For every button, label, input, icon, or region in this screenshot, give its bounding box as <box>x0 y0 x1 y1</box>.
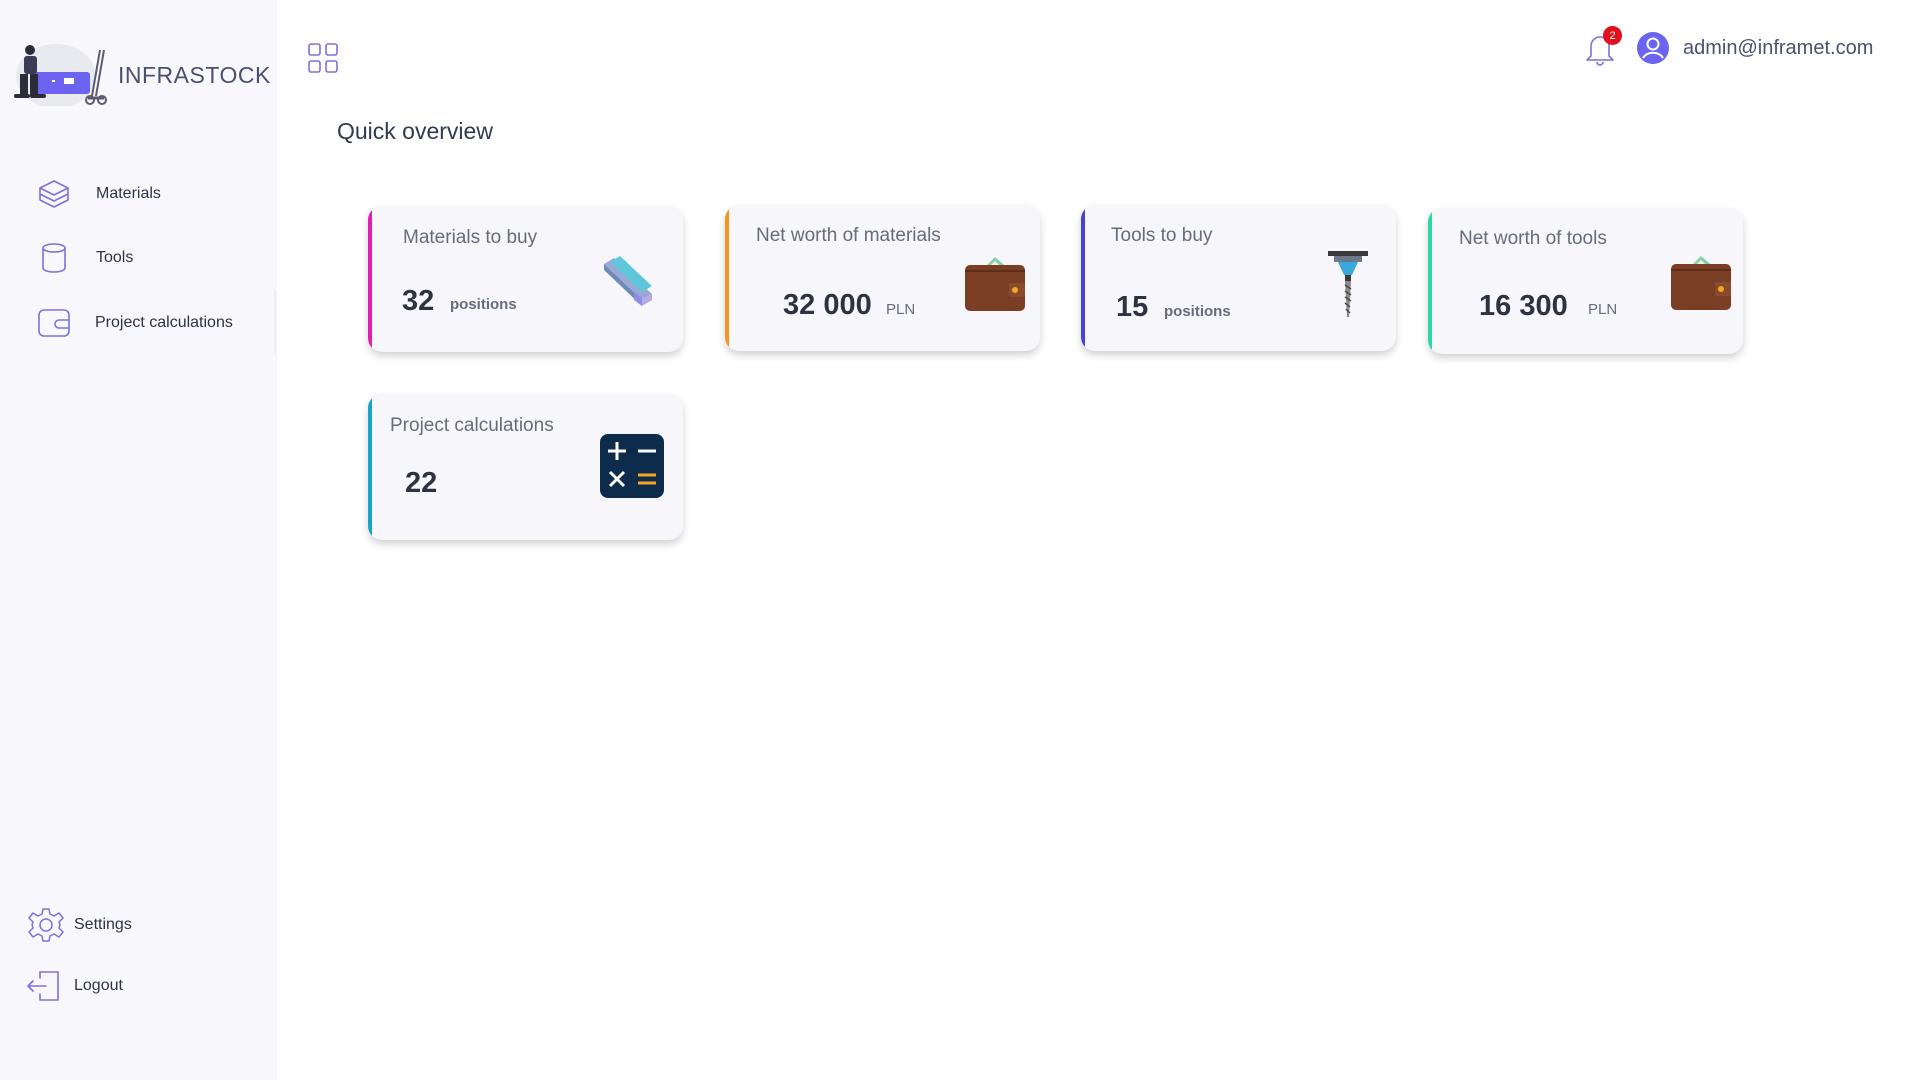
sidebar-item-label: Logout <box>74 977 123 994</box>
sidebar-item-label: Project calculations <box>95 314 233 331</box>
sidebar-item-label: Tools <box>96 249 134 266</box>
card-title: Tools to buy <box>1111 225 1213 246</box>
card-value: 16 300 <box>1479 290 1568 322</box>
card-accent-bar <box>725 205 729 351</box>
card-value: 22 <box>405 467 438 499</box>
sidebar-item-label: Settings <box>74 916 132 933</box>
sidebar-item-tools[interactable]: Tools <box>36 238 133 278</box>
card-accent-bar <box>1081 205 1085 351</box>
brand-logo[interactable]: INFRASTOCK <box>8 36 271 108</box>
calculator-icon <box>600 434 664 498</box>
wallet-outline-icon <box>36 305 72 341</box>
drill-bit-icon <box>1328 251 1368 317</box>
page-title: Quick overview <box>337 118 493 144</box>
card-unit: positions <box>1164 303 1231 320</box>
card-title: Materials to buy <box>403 227 538 248</box>
cylinder-icon <box>36 240 72 276</box>
sidebar-item-settings[interactable]: Settings <box>28 905 132 945</box>
logo-illustration-icon <box>14 44 107 106</box>
card-title: Net worth of materials <box>756 225 941 246</box>
card-title: Net worth of tools <box>1459 228 1607 249</box>
box-stack-icon <box>36 176 72 212</box>
card-materials-to-buy[interactable]: Materials to buy 32 positions <box>368 206 683 352</box>
gear-icon <box>28 907 64 943</box>
wallet-icon <box>965 257 1025 311</box>
brand-name: INFRASTOCK <box>118 62 271 88</box>
steel-beam-icon <box>604 256 652 306</box>
sidebar: INFRASTOCK Materials Tools Project calcu… <box>0 0 277 1080</box>
card-unit: PLN <box>1588 301 1618 318</box>
card-accent-bar <box>368 206 372 352</box>
card-net-worth-tools[interactable]: Net worth of tools 16 300 PLN <box>1428 208 1743 354</box>
sidebar-item-project-calculations[interactable]: Project calculations <box>36 303 233 343</box>
card-net-worth-materials[interactable]: Net worth of materials 32 000 PLN <box>725 205 1040 351</box>
card-value: 32 000 <box>783 289 872 321</box>
card-accent-bar <box>368 394 372 540</box>
avatar[interactable] <box>1637 32 1669 64</box>
sidebar-active-indicator <box>274 290 276 354</box>
card-title: Project calculations <box>390 415 554 436</box>
card-value: 32 <box>402 285 435 317</box>
card-unit: PLN <box>886 301 916 318</box>
sidebar-item-materials[interactable]: Materials <box>36 174 161 214</box>
user-email[interactable]: admin@inframet.com <box>1683 37 1873 60</box>
sidebar-item-logout[interactable]: Logout <box>26 966 123 1006</box>
card-tools-to-buy[interactable]: Tools to buy 15 positions <box>1081 205 1396 351</box>
notification-count-badge: 2 <box>1603 26 1622 45</box>
card-accent-bar <box>1428 208 1432 354</box>
app-root: INFRASTOCK Materials Tools Project calcu… <box>0 0 1920 1080</box>
card-value: 15 <box>1116 291 1149 323</box>
wallet-icon <box>1671 256 1731 310</box>
logout-door-icon <box>26 968 62 1004</box>
card-project-calculations[interactable]: Project calculations 22 <box>368 394 683 540</box>
apps-grid-icon[interactable] <box>307 42 339 74</box>
card-unit: positions <box>450 296 517 313</box>
sidebar-item-label: Materials <box>96 185 161 202</box>
